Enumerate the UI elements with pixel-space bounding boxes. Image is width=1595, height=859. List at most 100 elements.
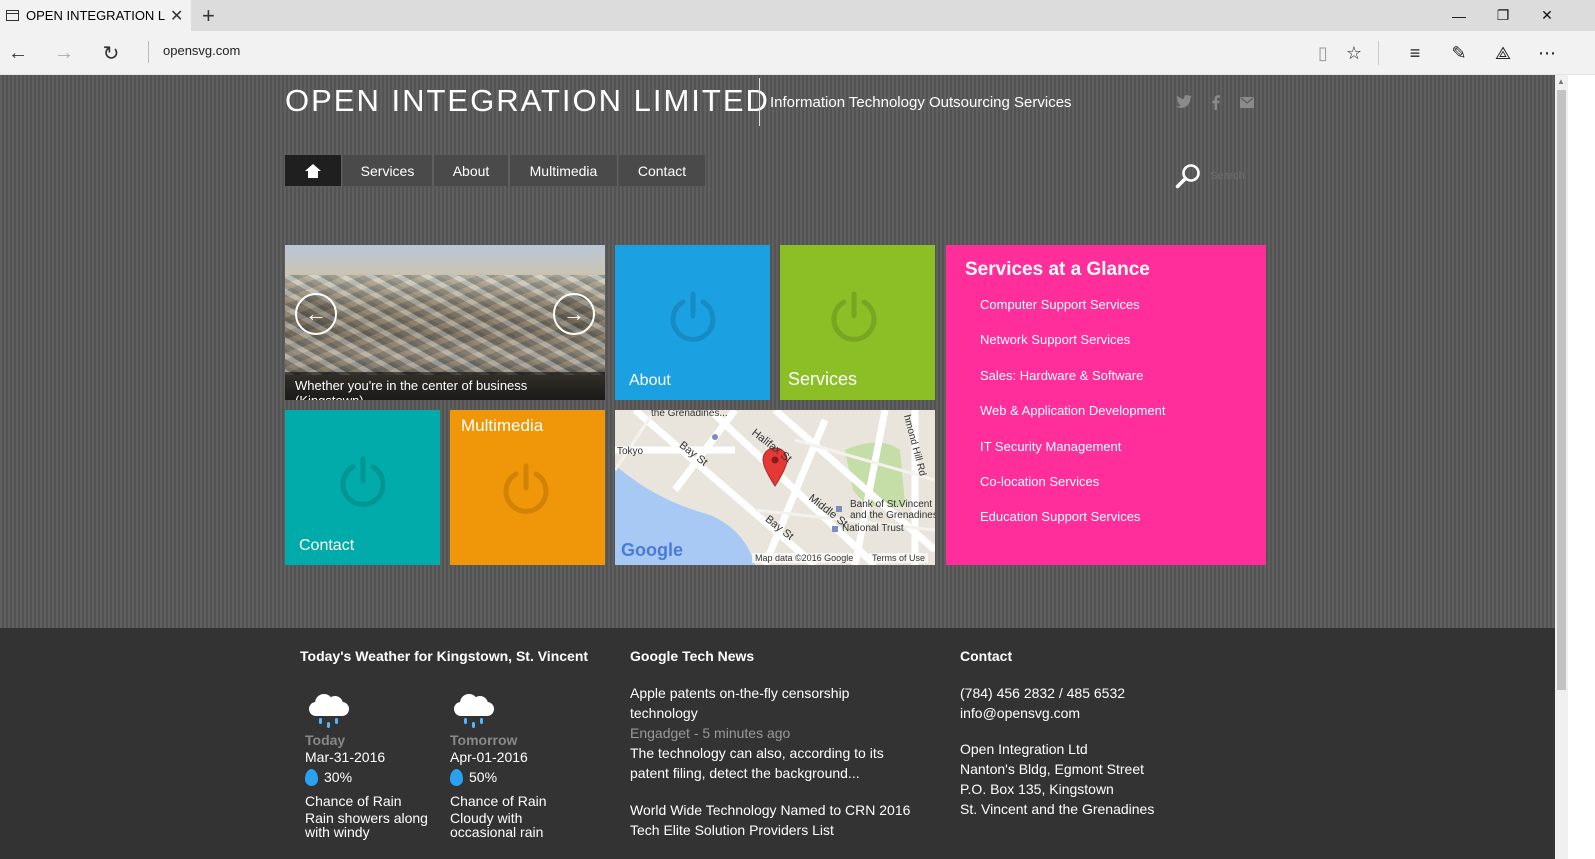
contact-phone: (784) 456 2832 / 485 6532 [960, 685, 1126, 701]
menu-services[interactable]: Services [343, 155, 432, 186]
weather-desc: Cloudy with occasional rain [450, 810, 544, 840]
web-note-icon[interactable]: ✎ [1444, 39, 1474, 67]
reading-view-icon[interactable]: ▯ [1308, 39, 1338, 67]
toolbar-divider [1378, 41, 1379, 65]
address-line: Nanton's Bldg, Egmont Street [960, 761, 1144, 777]
weather-tomorrow: Tomorrow Apr-01-2016 50% Chance of Rain … [450, 692, 585, 839]
rain-cloud-icon [305, 692, 351, 730]
address-bar: ← → ↻ opensvg.com ▯ ☆ ≡ ✎ ⟁ ⋯ [0, 31, 1595, 75]
glance-item[interactable]: Network Support Services [980, 332, 1165, 367]
weather-day: Today [305, 732, 346, 748]
weather-section: Today's Weather for Kingstown, St. Vince… [300, 648, 588, 683]
multimedia-tile[interactable]: Multimedia [450, 410, 605, 565]
weather-day: Tomorrow [450, 732, 518, 748]
power-icon [500, 462, 552, 514]
menu-contact[interactable]: Contact [619, 155, 705, 186]
services-tile-label: Services [788, 369, 858, 389]
glance-item[interactable]: Co-location Services [980, 474, 1165, 509]
raindrop-icon [305, 768, 318, 786]
address-line: St. Vincent and the Grenadines [960, 801, 1155, 817]
weather-date: Apr-01-2016 [450, 749, 528, 765]
services-glance-panel: Services at a Glance Computer Support Se… [946, 245, 1266, 565]
window-close-icon[interactable]: ✕ [1524, 0, 1570, 31]
glance-item[interactable]: Sales: Hardware & Software [980, 368, 1165, 403]
scrollbar-thumb[interactable] [1557, 90, 1566, 690]
close-tab-icon[interactable]: ✕ [170, 6, 183, 26]
glance-item[interactable]: Web & Application Development [980, 403, 1165, 438]
contact-tile[interactable]: Contact [285, 410, 440, 565]
glance-item[interactable]: Education Support Services [980, 509, 1165, 544]
glance-title: Services at a Glance [965, 259, 1150, 280]
map-label: National Trust [842, 523, 904, 534]
tab-strip: OPEN INTEGRATION LIN ✕ + — ❐ ✕ [0, 0, 1595, 31]
contact-section: Contact (784) 456 2832 / 485 6532 info@o… [960, 648, 1154, 819]
weather-heading: Today's Weather for Kingstown, St. Vince… [300, 648, 589, 664]
twitter-icon[interactable] [1176, 95, 1192, 111]
hub-icon[interactable]: ≡ [1400, 39, 1430, 67]
map-label: Tokyo [617, 446, 644, 457]
power-icon [828, 290, 880, 342]
about-tile[interactable]: About [615, 245, 770, 400]
scroll-up-icon[interactable]: ▲ [1557, 77, 1565, 86]
weather-date: Mar-31-2016 [305, 749, 386, 765]
about-tile-label: About [629, 372, 671, 389]
glance-list: Computer Support Services Network Suppor… [980, 297, 1165, 545]
map-label: Bank of St.Vincent [850, 499, 933, 510]
news-heading: Google Tech News [630, 648, 755, 664]
rain-label: Chance of Rain [450, 793, 547, 809]
refresh-icon[interactable]: ↻ [96, 39, 126, 67]
news-title-link[interactable]: Apple patents on-the-fly censorship tech… [630, 683, 920, 723]
back-icon[interactable]: ← [3, 39, 33, 67]
slideshow[interactable]: ← → Whether you're in the center of busi… [285, 245, 605, 400]
map-tile[interactable]: the Grenadines... Tokyo Bay St Halifax S… [615, 410, 935, 565]
rain-percent: 30% [324, 769, 353, 785]
search-input[interactable]: Search [1210, 170, 1245, 182]
map-terms-link[interactable]: Terms of Use [869, 553, 929, 563]
menu-home[interactable] [285, 155, 341, 186]
more-icon[interactable]: ⋯ [1532, 39, 1562, 67]
weather-desc: Rain showers along with windy [305, 810, 428, 840]
news-source: Engadget - 5 minutes ago [630, 725, 791, 741]
restore-icon[interactable]: ❐ [1480, 0, 1526, 31]
news-title-link[interactable]: World Wide Technology Named to CRN 2016 … [630, 800, 920, 840]
facebook-icon[interactable] [1211, 95, 1220, 113]
weather-chance: 30% [305, 766, 440, 788]
map-attribution: Map data ©2016 Google [752, 553, 857, 563]
menu-multimedia[interactable]: Multimedia [510, 155, 617, 186]
footer: Today's Weather for Kingstown, St. Vince… [0, 628, 1555, 859]
slide-prev-icon[interactable]: ← [295, 293, 337, 335]
forward-icon[interactable]: → [49, 39, 79, 67]
news-snippet: The technology can also, according to it… [630, 745, 884, 781]
weather-today: Today Mar-31-2016 30% Chance of Rain Rai… [305, 692, 440, 839]
multimedia-tile-label: Multimedia [461, 416, 544, 435]
slide-next-icon[interactable]: → [553, 293, 595, 335]
minimize-icon[interactable]: — [1436, 0, 1482, 31]
services-tile[interactable]: Services [780, 245, 935, 400]
site-title[interactable]: OPEN INTEGRATION LIMITED [285, 83, 770, 119]
glance-item[interactable]: IT Security Management [980, 439, 1165, 474]
power-icon [337, 455, 389, 507]
favorite-star-icon[interactable]: ☆ [1339, 39, 1369, 67]
mail-icon[interactable] [1240, 95, 1254, 111]
tab-title: OPEN INTEGRATION LIN [26, 8, 166, 23]
url-input[interactable]: opensvg.com [163, 43, 240, 58]
rain-cloud-icon [450, 692, 496, 730]
address-divider [148, 41, 149, 63]
share-icon[interactable]: ⟁ [1488, 39, 1518, 67]
rain-label: Chance of Rain [305, 793, 402, 809]
map-label: and the Grenadines [850, 510, 935, 521]
contact-email[interactable]: info@opensvg.com [960, 703, 1154, 723]
google-logo: Google [621, 540, 683, 560]
menu-about[interactable]: About [434, 155, 508, 186]
page-icon [6, 10, 19, 21]
rain-percent: 50% [469, 769, 498, 785]
window-edge [1568, 75, 1595, 859]
search-icon[interactable] [1175, 163, 1201, 189]
browser-tab[interactable]: OPEN INTEGRATION LIN ✕ [0, 0, 191, 31]
title-divider [759, 78, 760, 126]
news-section: Google Tech News Apple patents on-the-fl… [630, 648, 920, 840]
glance-item[interactable]: Computer Support Services [980, 297, 1165, 332]
site-tagline: Information Technology Outsourcing Servi… [770, 94, 1072, 111]
new-tab-icon[interactable]: + [202, 3, 215, 29]
home-icon [305, 163, 321, 178]
